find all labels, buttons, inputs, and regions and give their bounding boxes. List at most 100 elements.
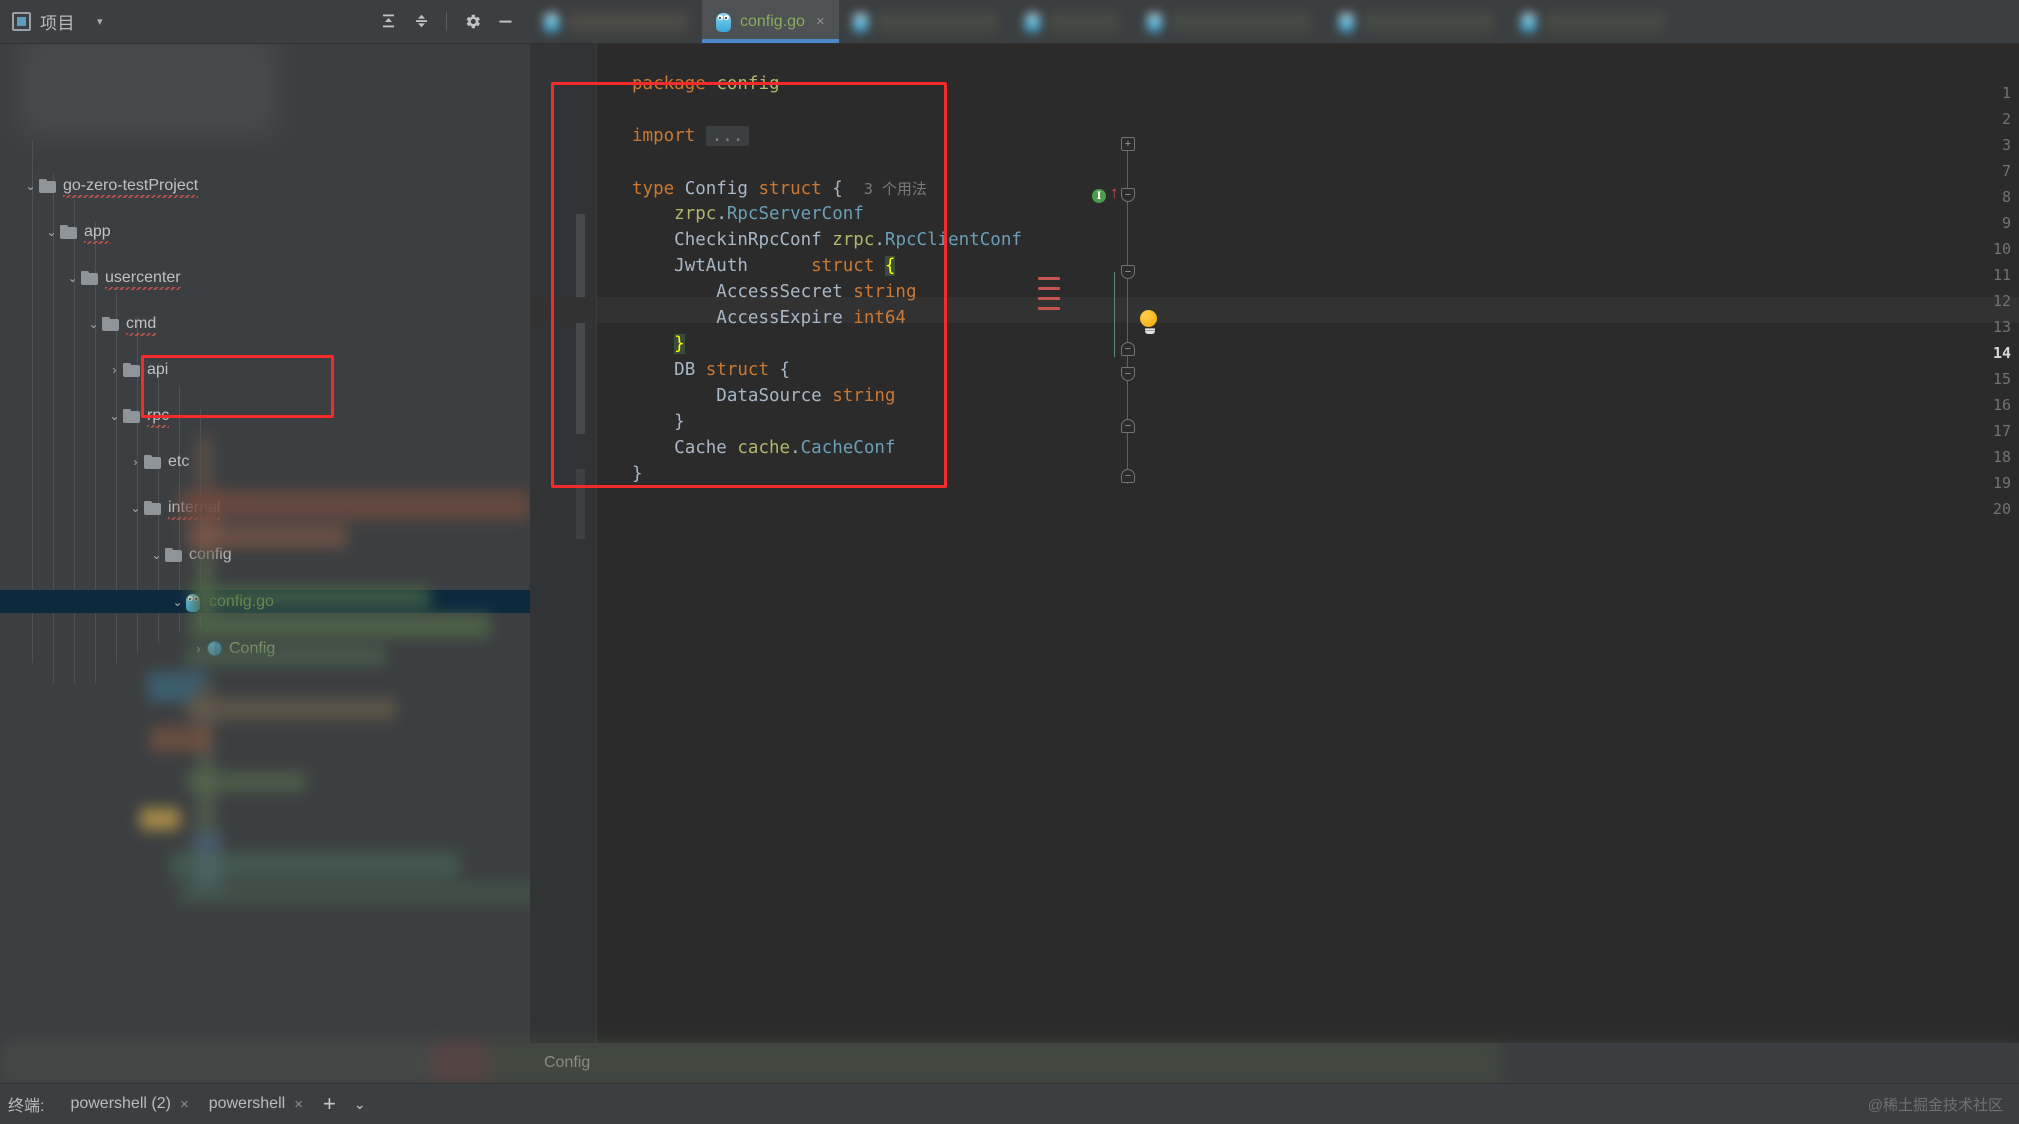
chevron-down-icon[interactable]: ▾ xyxy=(97,15,103,28)
inlay-hint-usages[interactable]: 3 个用法 xyxy=(864,180,927,198)
tree-item-label: go-zero-testProject xyxy=(63,176,199,198)
chevron-down-icon[interactable]: ⌄ xyxy=(346,1096,374,1113)
go-file-icon xyxy=(852,11,868,32)
close-icon[interactable]: × xyxy=(816,13,825,30)
close-icon[interactable]: × xyxy=(180,1096,189,1113)
tab-blurred-1[interactable] xyxy=(530,0,702,43)
terminal-tab-powershell[interactable]: powershell × xyxy=(199,1095,313,1113)
code-line-11: JwtAuth struct { xyxy=(674,256,896,276)
tab-label-blurred xyxy=(1170,11,1311,32)
top-row: 项目 ▾ config.go × xyxy=(0,0,2019,44)
tree-item-cmd[interactable]: ⌄ cmd xyxy=(0,312,530,336)
code-line-18: Cache cache.CacheConf xyxy=(674,438,896,458)
project-tree: ⌄ go-zero-testProject ⌄ app ⌄ usercenter xyxy=(0,44,530,657)
tree-item-app[interactable]: ⌄ app xyxy=(0,220,530,244)
terminal-tab-label: powershell (2) xyxy=(70,1095,171,1112)
active-tab-underline xyxy=(702,39,839,43)
close-icon[interactable]: × xyxy=(294,1096,303,1113)
code-line-13: AccessExpire int64 xyxy=(716,308,906,328)
folder-icon xyxy=(123,362,140,377)
tab-blurred-6[interactable] xyxy=(1507,0,1679,43)
terminal-blurred-content xyxy=(0,1040,2019,1084)
settings-gear-icon[interactable] xyxy=(457,7,487,37)
tree-item-label: app xyxy=(84,222,111,244)
folder-icon xyxy=(39,178,56,193)
main-row: ⌄ go-zero-testProject ⌄ app ⌄ usercenter xyxy=(0,44,2019,1083)
folder-icon xyxy=(123,408,140,423)
chevron-down-icon[interactable]: ⌄ xyxy=(43,225,60,239)
ide-window: 项目 ▾ config.go × ⌄ go-zero-testProject ⌄… xyxy=(0,0,2019,1124)
tree-item-label: api xyxy=(147,360,169,378)
tab-label-blurred xyxy=(876,11,997,32)
tree-item-label: cmd xyxy=(126,314,157,336)
code-line-8: type Config struct { 3 个用法 xyxy=(632,178,927,199)
terminal-tab-label: powershell xyxy=(208,1095,286,1112)
tree-item-label: usercenter xyxy=(105,268,181,290)
tab-blurred-4[interactable] xyxy=(1133,0,1325,43)
code-line-19: } xyxy=(632,464,643,484)
gutter-scroll-thumb[interactable] xyxy=(576,214,585,434)
tree-item-api[interactable]: › api xyxy=(0,358,530,381)
go-file-icon xyxy=(1024,11,1040,32)
collapse-all-icon[interactable] xyxy=(406,7,436,37)
tab-label-blurred xyxy=(1362,11,1493,32)
toolbar-divider xyxy=(446,12,447,31)
code-line-10: CheckinRpcConf zrpc.RpcClientConf xyxy=(674,230,1022,250)
go-file-icon xyxy=(544,11,559,32)
watermark: @稀土掘金技术社区 xyxy=(1867,1096,2003,1114)
editor-gutter[interactable] xyxy=(530,44,596,1042)
project-panel-title: 项目 xyxy=(40,14,75,33)
gutter-scroll-thumb-2[interactable] xyxy=(576,469,585,539)
tab-config-go[interactable]: config.go × xyxy=(702,0,839,43)
chevron-down-icon[interactable]: ⌄ xyxy=(22,179,39,193)
chevron-down-icon[interactable]: ⌄ xyxy=(85,317,102,331)
tab-label-blurred xyxy=(1048,11,1119,32)
blurred-tree-region xyxy=(0,436,530,1083)
tree-item-label: rpc xyxy=(147,406,170,428)
tab-label-blurred xyxy=(568,11,688,32)
tab-label-blurred xyxy=(1544,11,1665,32)
tab-label: config.go xyxy=(740,12,805,30)
project-tree-panel: ⌄ go-zero-testProject ⌄ app ⌄ usercenter xyxy=(0,44,530,1083)
code-line-14: } xyxy=(674,334,685,354)
project-panel-icon xyxy=(12,12,31,31)
code-area[interactable]: 1 2 3 7 8 9 10 11 12 13 14 15 16 17 18 1… xyxy=(530,44,2019,1042)
editor-left-border xyxy=(596,44,597,1042)
code-line-1: package config xyxy=(632,74,780,94)
go-file-icon xyxy=(1146,11,1162,32)
go-file-icon xyxy=(1338,11,1354,32)
chevron-right-icon[interactable]: › xyxy=(106,363,123,377)
code-line-17: } xyxy=(632,412,685,432)
bottom-terminal-bar: 终端: powershell (2) × powershell × + ⌄ @稀… xyxy=(0,1083,2019,1124)
go-file-icon xyxy=(1520,11,1536,32)
tree-item-rpc[interactable]: ⌄ rpc xyxy=(0,404,530,428)
tab-blurred-3[interactable] xyxy=(1011,0,1133,43)
chevron-down-icon[interactable]: ⌄ xyxy=(106,409,123,423)
tab-blurred-2[interactable] xyxy=(839,0,1011,43)
editor-tab-strip: config.go × xyxy=(530,0,2019,44)
expand-all-icon[interactable] xyxy=(373,7,403,37)
code-line-3: import ... xyxy=(596,123,2019,149)
project-toolwindow-header: 项目 ▾ xyxy=(0,0,530,44)
terminal-tab-powershell-2[interactable]: powershell (2) × xyxy=(60,1095,198,1113)
code-line-12: AccessSecret string xyxy=(716,282,917,302)
code-editor: 1 2 3 7 8 9 10 11 12 13 14 15 16 17 18 1… xyxy=(530,44,2019,1083)
tree-item-go-zero-testproject[interactable]: ⌄ go-zero-testProject xyxy=(0,174,530,198)
code-line-9: zrpc.RpcServerConf xyxy=(674,204,864,224)
tree-item-usercenter[interactable]: ⌄ usercenter xyxy=(0,266,530,290)
code-text[interactable]: package config import ... type Config st… xyxy=(596,44,2019,1042)
folder-icon xyxy=(81,270,98,285)
code-line-15: DB struct { xyxy=(674,360,791,380)
go-file-icon xyxy=(716,11,731,32)
tab-blurred-5[interactable] xyxy=(1325,0,1507,43)
code-line-16: DataSource string xyxy=(716,386,896,406)
folder-icon xyxy=(102,316,119,331)
folder-icon xyxy=(60,224,77,239)
chevron-down-icon[interactable]: ⌄ xyxy=(64,271,81,285)
terminal-label: 终端: xyxy=(8,1098,45,1115)
add-terminal-icon[interactable]: + xyxy=(313,1093,346,1115)
hide-toolwindow-icon[interactable] xyxy=(490,7,520,37)
